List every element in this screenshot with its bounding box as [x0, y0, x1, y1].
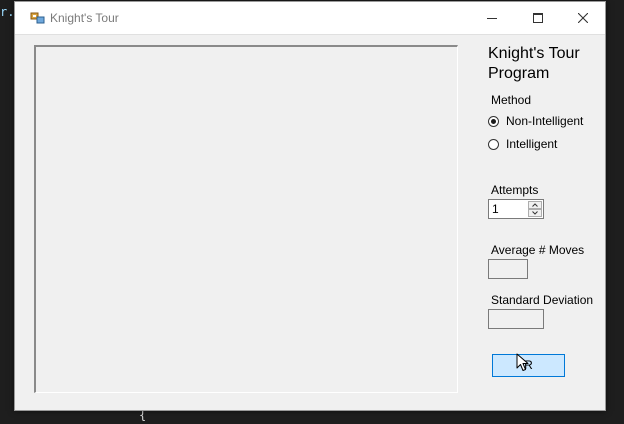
attempts-value[interactable]: 1 — [492, 202, 499, 216]
maximize-button[interactable] — [515, 2, 560, 33]
close-button[interactable] — [560, 2, 605, 33]
app-form-icon — [30, 10, 46, 26]
maximize-icon — [532, 12, 543, 23]
minimize-icon — [486, 17, 497, 19]
mouse-pointer-icon — [516, 353, 529, 371]
radio-intelligent[interactable]: Intelligent — [488, 136, 557, 152]
chessboard-panel[interactable] — [34, 45, 458, 393]
chevron-down-icon — [532, 211, 538, 215]
radio-label-intelligent: Intelligent — [506, 137, 558, 151]
radio-checked-icon[interactable] — [488, 115, 499, 127]
std-dev-output — [488, 309, 544, 329]
program-heading: Knight's Tour Program — [488, 45, 580, 82]
average-moves-output — [488, 259, 528, 279]
radio-unchecked-icon[interactable] — [488, 138, 499, 150]
stepper-up-button[interactable] — [528, 201, 542, 209]
radio-label-non-intelligent: Non-Intelligent — [506, 114, 584, 128]
close-icon — [577, 12, 588, 23]
stepper-down-button[interactable] — [528, 209, 542, 217]
average-moves-label: Average # Moves — [491, 243, 585, 257]
attempts-stepper[interactable]: 1 — [488, 199, 544, 219]
method-label: Method — [491, 93, 532, 107]
chevron-up-icon — [532, 203, 538, 207]
std-dev-label: Standard Deviation — [491, 293, 594, 307]
attempts-label: Attempts — [491, 183, 539, 197]
knights-tour-window: Knight's Tour Knight's Tour Program Meth… — [14, 1, 606, 411]
title-bar[interactable]: Knight's Tour — [15, 2, 605, 35]
minimize-button[interactable] — [469, 2, 514, 33]
radio-non-intelligent[interactable]: Non-Intelligent — [488, 113, 583, 129]
window-title: Knight's Tour — [50, 11, 119, 25]
